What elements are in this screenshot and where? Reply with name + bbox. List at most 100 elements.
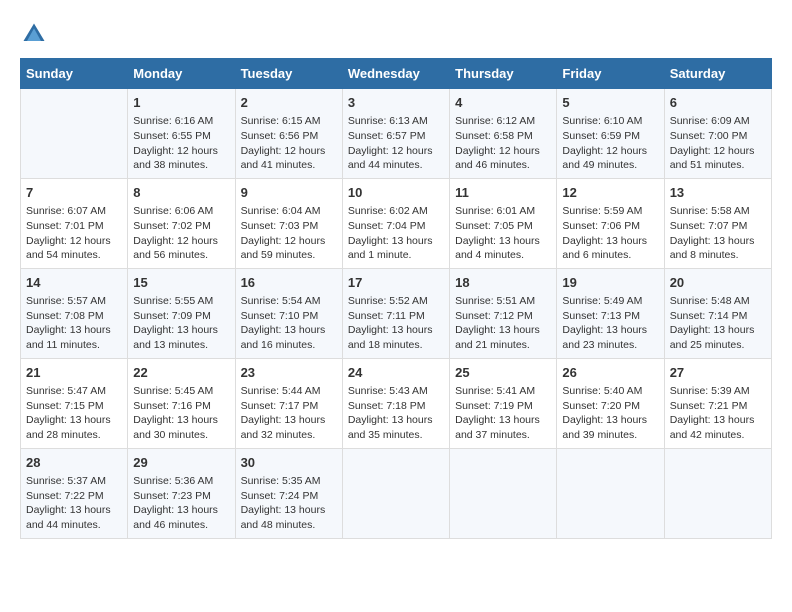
calendar-cell: 13 Sunrise: 5:58 AM Sunset: 7:07 PM Dayli… [664,178,771,268]
day-content: Sunrise: 5:48 AM Sunset: 7:14 PM Dayligh… [670,294,766,353]
day-content: Sunrise: 6:10 AM Sunset: 6:59 PM Dayligh… [562,114,658,173]
day-number: 5 [562,94,658,112]
day-content: Sunrise: 5:45 AM Sunset: 7:16 PM Dayligh… [133,384,229,443]
day-content: Sunrise: 5:47 AM Sunset: 7:15 PM Dayligh… [26,384,122,443]
calendar-cell: 11Sunrise: 6:01 AM Sunset: 7:05 PM Dayli… [450,178,557,268]
day-number: 25 [455,364,551,382]
day-number: 10 [348,184,444,202]
calendar-cell: 8 Sunrise: 6:06 AM Sunset: 7:02 PM Daylig… [128,178,235,268]
day-content: Sunrise: 6:06 AM Sunset: 7:02 PM Dayligh… [133,204,229,263]
day-number: 19 [562,274,658,292]
day-content: Sunrise: 5:52 AM Sunset: 7:11 PM Dayligh… [348,294,444,353]
day-content: Sunrise: 5:49 AM Sunset: 7:13 PM Dayligh… [562,294,658,353]
week-row-2: 7 Sunrise: 6:07 AM Sunset: 7:01 PM Daylig… [21,178,772,268]
day-content: Sunrise: 5:36 AM Sunset: 7:23 PM Dayligh… [133,474,229,533]
week-row-1: 1 Sunrise: 6:16 AM Sunset: 6:55 PM Daylig… [21,89,772,179]
day-content: Sunrise: 5:35 AM Sunset: 7:24 PM Dayligh… [241,474,337,533]
logo-icon [20,20,48,48]
day-content: Sunrise: 5:57 AM Sunset: 7:08 PM Dayligh… [26,294,122,353]
day-number: 24 [348,364,444,382]
day-content: Sunrise: 5:43 AM Sunset: 7:18 PM Dayligh… [348,384,444,443]
week-row-3: 14 Sunrise: 5:57 AM Sunset: 7:08 PM Dayli… [21,268,772,358]
day-content: Sunrise: 6:12 AM Sunset: 6:58 PM Dayligh… [455,114,551,173]
calendar-cell: 23 Sunrise: 5:44 AM Sunset: 7:17 PM Dayli… [235,358,342,448]
day-number: 8 [133,184,229,202]
day-content: Sunrise: 5:41 AM Sunset: 7:19 PM Dayligh… [455,384,551,443]
calendar-cell: 12 Sunrise: 5:59 AM Sunset: 7:06 PM Dayli… [557,178,664,268]
calendar-cell: 1 Sunrise: 6:16 AM Sunset: 6:55 PM Daylig… [128,89,235,179]
day-content: Sunrise: 6:04 AM Sunset: 7:03 PM Dayligh… [241,204,337,263]
day-content: Sunrise: 5:44 AM Sunset: 7:17 PM Dayligh… [241,384,337,443]
day-content: Sunrise: 6:09 AM Sunset: 7:00 PM Dayligh… [670,114,766,173]
day-number: 3 [348,94,444,112]
week-row-4: 21 Sunrise: 5:47 AM Sunset: 7:15 PM Dayli… [21,358,772,448]
day-number: 18 [455,274,551,292]
calendar-cell: 19 Sunrise: 5:49 AM Sunset: 7:13 PM Dayli… [557,268,664,358]
day-number: 15 [133,274,229,292]
day-content: Sunrise: 5:58 AM Sunset: 7:07 PM Dayligh… [670,204,766,263]
day-content: Sunrise: 5:54 AM Sunset: 7:10 PM Dayligh… [241,294,337,353]
day-content: Sunrise: 6:07 AM Sunset: 7:01 PM Dayligh… [26,204,122,263]
week-row-5: 28 Sunrise: 5:37 AM Sunset: 7:22 PM Dayli… [21,448,772,538]
day-number: 9 [241,184,337,202]
day-number: 4 [455,94,551,112]
calendar-cell: 2 Sunrise: 6:15 AM Sunset: 6:56 PM Daylig… [235,89,342,179]
day-number: 28 [26,454,122,472]
day-number: 13 [670,184,766,202]
day-content: Sunrise: 5:51 AM Sunset: 7:12 PM Dayligh… [455,294,551,353]
day-number: 2 [241,94,337,112]
day-content: Sunrise: 6:02 AM Sunset: 7:04 PM Dayligh… [348,204,444,263]
day-number: 17 [348,274,444,292]
day-number: 29 [133,454,229,472]
day-number: 7 [26,184,122,202]
calendar-cell [342,448,449,538]
calendar-table: SundayMondayTuesdayWednesdayThursdayFrid… [20,58,772,539]
calendar-cell: 25 Sunrise: 5:41 AM Sunset: 7:19 PM Dayli… [450,358,557,448]
day-header-thursday: Thursday [450,59,557,89]
calendar-body: 1 Sunrise: 6:16 AM Sunset: 6:55 PM Daylig… [21,89,772,539]
calendar-cell: 9 Sunrise: 6:04 AM Sunset: 7:03 PM Daylig… [235,178,342,268]
day-number: 6 [670,94,766,112]
calendar-cell: 5 Sunrise: 6:10 AM Sunset: 6:59 PM Daylig… [557,89,664,179]
day-content: Sunrise: 5:37 AM Sunset: 7:22 PM Dayligh… [26,474,122,533]
page-header [20,20,772,48]
calendar-header: SundayMondayTuesdayWednesdayThursdayFrid… [21,59,772,89]
day-number: 16 [241,274,337,292]
calendar-cell: 21 Sunrise: 5:47 AM Sunset: 7:15 PM Dayli… [21,358,128,448]
day-number: 12 [562,184,658,202]
calendar-cell: 29 Sunrise: 5:36 AM Sunset: 7:23 PM Dayli… [128,448,235,538]
day-number: 26 [562,364,658,382]
calendar-cell: 16 Sunrise: 5:54 AM Sunset: 7:10 PM Dayli… [235,268,342,358]
day-number: 14 [26,274,122,292]
calendar-cell: 4 Sunrise: 6:12 AM Sunset: 6:58 PM Daylig… [450,89,557,179]
day-header-friday: Friday [557,59,664,89]
calendar-cell: 3 Sunrise: 6:13 AM Sunset: 6:57 PM Daylig… [342,89,449,179]
calendar-cell: 14 Sunrise: 5:57 AM Sunset: 7:08 PM Dayli… [21,268,128,358]
day-number: 22 [133,364,229,382]
calendar-cell: 7 Sunrise: 6:07 AM Sunset: 7:01 PM Daylig… [21,178,128,268]
day-content: Sunrise: 6:16 AM Sunset: 6:55 PM Dayligh… [133,114,229,173]
calendar-cell: 15 Sunrise: 5:55 AM Sunset: 7:09 PM Dayli… [128,268,235,358]
day-content: Sunrise: 5:40 AM Sunset: 7:20 PM Dayligh… [562,384,658,443]
calendar-cell [450,448,557,538]
day-header-tuesday: Tuesday [235,59,342,89]
day-header-sunday: Sunday [21,59,128,89]
day-header-saturday: Saturday [664,59,771,89]
day-content: Sunrise: 5:55 AM Sunset: 7:09 PM Dayligh… [133,294,229,353]
calendar-cell: 28 Sunrise: 5:37 AM Sunset: 7:22 PM Dayli… [21,448,128,538]
calendar-cell: 22 Sunrise: 5:45 AM Sunset: 7:16 PM Dayli… [128,358,235,448]
day-number: 21 [26,364,122,382]
logo [20,20,52,48]
day-number: 23 [241,364,337,382]
day-content: Sunrise: 5:59 AM Sunset: 7:06 PM Dayligh… [562,204,658,263]
day-content: Sunrise: 5:39 AM Sunset: 7:21 PM Dayligh… [670,384,766,443]
day-content: Sunrise: 6:15 AM Sunset: 6:56 PM Dayligh… [241,114,337,173]
day-content: Sunrise: 6:01 AM Sunset: 7:05 PM Dayligh… [455,204,551,263]
day-header-monday: Monday [128,59,235,89]
calendar-cell [21,89,128,179]
day-content: Sunrise: 6:13 AM Sunset: 6:57 PM Dayligh… [348,114,444,173]
day-number: 27 [670,364,766,382]
day-header-wednesday: Wednesday [342,59,449,89]
day-number: 1 [133,94,229,112]
calendar-cell: 10 Sunrise: 6:02 AM Sunset: 7:04 PM Dayli… [342,178,449,268]
